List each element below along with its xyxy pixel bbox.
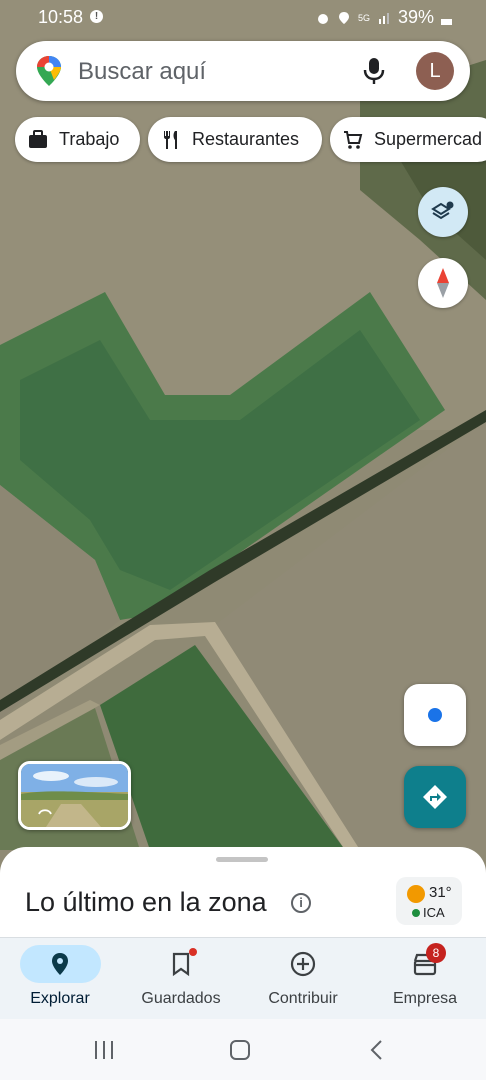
chip-trabajo[interactable]: Trabajo [15,117,140,162]
nav-explorar[interactable]: Explorar [0,938,120,1020]
add-circle-icon [290,951,316,977]
layers-icon [431,201,454,220]
home-icon[interactable] [229,1039,251,1061]
air-quality-label: ICA [423,905,445,920]
directions-button[interactable] [404,766,466,828]
my-location-button[interactable] [404,684,466,746]
nav-label: Explorar [30,990,90,1007]
alarm-icon [317,13,328,24]
bottom-navigation: Explorar Guardados Contribuir 8 Empresa [0,937,486,1019]
chip-label: Trabajo [59,129,120,149]
compass-button[interactable] [418,258,468,308]
microphone-icon[interactable] [362,56,386,86]
info-icon[interactable]: i [291,893,311,913]
nav-empresa[interactable]: 8 Empresa [365,938,485,1020]
weather-chip[interactable]: 31° ICA [396,877,462,925]
temperature: 31° [429,884,452,901]
back-icon[interactable] [367,1039,389,1061]
nav-contribuir[interactable]: Contribuir [243,938,363,1020]
street-view-thumbnail[interactable] [18,761,131,830]
sheet-drag-handle[interactable] [216,857,268,862]
status-time: 10:58 [38,7,84,27]
nav-label: Contribuir [268,990,338,1007]
sun-icon [407,885,425,903]
status-bar: 10:58 ! 5G 39% [0,0,486,36]
fork-knife-icon [164,130,177,149]
street-view-image [21,764,128,827]
briefcase-icon [29,129,47,148]
sheet-title: Lo último en la zona [25,887,267,917]
nav-label: Guardados [141,990,221,1007]
nav-guardados[interactable]: Guardados [121,938,241,1020]
location-status-icon [338,11,349,24]
network-type: 5G [357,12,370,23]
chip-label: Supermercad [374,129,483,149]
directions-icon [423,785,447,809]
system-navigation-bar [0,1019,486,1080]
battery-percent: 39% [397,7,434,27]
status-icons: 5G 39% [316,7,452,28]
my-location-icon [428,708,442,722]
compass-icon [437,268,449,298]
chip-label: Restaurantes [192,129,300,149]
nav-label: Empresa [392,990,458,1007]
signal-icon [378,12,389,24]
cart-icon [344,130,363,149]
layers-button[interactable] [418,187,468,237]
search-bar[interactable]: Buscar aquí L [16,41,470,101]
explore-pin-icon [52,953,68,975]
account-avatar[interactable]: L [416,52,454,90]
notification-dot [189,948,197,956]
chip-restaurantes[interactable]: Restaurantes [148,117,322,162]
notification-info-icon: ! [90,10,103,23]
bottom-sheet[interactable]: Lo último en la zona i 31° ICA [0,847,486,947]
chip-supermercados[interactable]: Supermercad [330,117,486,162]
battery-icon [441,18,452,25]
search-input[interactable]: Buscar aquí [78,58,206,86]
notification-badge: 8 [426,943,446,963]
google-maps-pin-icon [37,56,61,86]
air-quality-dot [412,909,420,917]
recent-apps-icon[interactable] [93,1039,115,1061]
